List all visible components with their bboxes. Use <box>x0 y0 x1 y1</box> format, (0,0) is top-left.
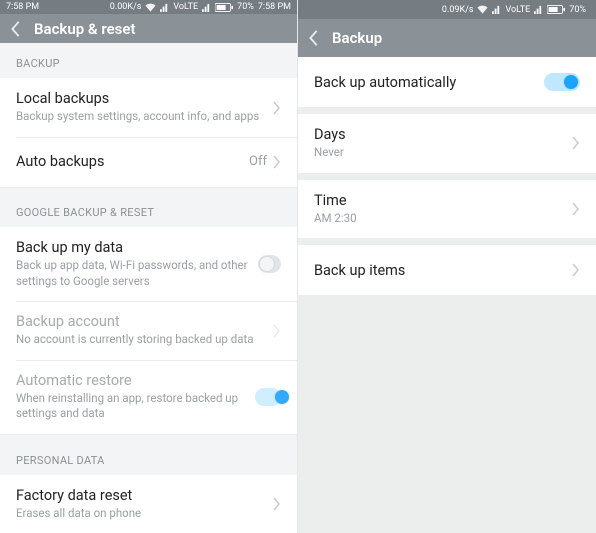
chevron-right-icon <box>572 202 580 216</box>
row-factory-reset[interactable]: Factory data reset Erases all data on ph… <box>0 475 297 533</box>
chevron-right-icon <box>572 136 580 150</box>
row-automatic-restore[interactable]: Automatic restore When reinstalling an a… <box>0 360 297 434</box>
panel-personal: Factory data reset Erases all data on ph… <box>0 475 297 533</box>
factory-reset-sub: Erases all data on phone <box>16 506 263 522</box>
backup-account-title: Backup account <box>16 313 263 330</box>
section-backup-hdr: BACKUP <box>0 43 297 78</box>
wifi-icon <box>145 3 156 12</box>
backup-auto-toggle[interactable] <box>544 73 580 91</box>
status-bar: 7:58 PM 0.00K/s VoLTE 70% 7:58 PM <box>0 0 297 14</box>
auto-backups-title: Auto backups <box>16 153 239 170</box>
title-bar: Backup & reset <box>0 14 297 43</box>
row-days[interactable]: Days Never <box>298 114 596 173</box>
status-time: 7:58 PM <box>6 2 39 12</box>
backup-auto-title: Back up automatically <box>314 74 534 91</box>
days-title: Days <box>314 126 562 143</box>
page-title: Backup <box>332 29 382 47</box>
page-title: Backup & reset <box>34 20 135 38</box>
section-personal-hdr: PERSONAL DATA <box>0 440 297 475</box>
backup-items-title: Back up items <box>314 262 562 279</box>
battery-icon <box>547 5 565 14</box>
back-icon[interactable] <box>10 20 22 38</box>
chevron-right-icon <box>273 155 281 169</box>
row-time[interactable]: Time AM 2:30 <box>298 180 596 239</box>
backup-my-data-title: Back up my data <box>16 239 248 256</box>
panel-time: Time AM 2:30 <box>298 180 596 239</box>
chevron-right-icon <box>572 263 580 277</box>
backup-my-data-toggle[interactable] <box>258 255 281 273</box>
status-time-right: 7:58 PM <box>258 2 291 12</box>
section-google-hdr: GOOGLE BACKUP & RESET <box>0 192 297 227</box>
time-title: Time <box>314 192 562 209</box>
panel-auto: Back up automatically <box>298 57 596 107</box>
signal2-icon <box>202 3 211 12</box>
signal2-icon <box>534 5 543 14</box>
row-backup-account[interactable]: Backup account No account is currently s… <box>0 301 297 360</box>
row-auto-backups[interactable]: Auto backups Off <box>0 137 297 187</box>
status-network: VoLTE <box>505 5 530 15</box>
factory-reset-title: Factory data reset <box>16 487 263 504</box>
panel-items: Back up items <box>298 245 596 295</box>
status-battery: 70% <box>237 2 254 12</box>
row-backup-auto[interactable]: Back up automatically <box>298 57 596 107</box>
row-backup-my-data[interactable]: Back up my data Back up app data, Wi-Fi … <box>0 227 297 301</box>
backup-account-sub: No account is currently storing backed u… <box>16 332 263 348</box>
wifi-icon <box>477 5 488 14</box>
automatic-restore-sub: When reinstalling an app, restore backed… <box>16 391 245 422</box>
panel-days: Days Never <box>298 114 596 173</box>
panel-backup: Local backups Backup system settings, ac… <box>0 78 297 187</box>
auto-backups-value: Off <box>249 154 267 169</box>
chevron-right-icon <box>273 497 281 511</box>
signal-icon <box>492 5 501 14</box>
row-backup-items[interactable]: Back up items <box>298 245 596 295</box>
chevron-right-icon <box>273 324 281 338</box>
status-speed: 0.00K/s <box>110 2 142 12</box>
status-speed: 0.09K/s <box>442 5 474 15</box>
signal-icon <box>160 3 169 12</box>
time-sub: AM 2:30 <box>314 211 562 227</box>
back-icon[interactable] <box>308 29 320 47</box>
title-bar: Backup <box>298 19 596 57</box>
row-local-backups[interactable]: Local backups Backup system settings, ac… <box>0 78 297 137</box>
screen-backup: 0.09K/s VoLTE 70% Backup Back <box>298 0 596 533</box>
local-backups-sub: Backup system settings, account info, an… <box>16 109 263 125</box>
status-battery: 70% <box>569 5 586 15</box>
chevron-right-icon <box>273 101 281 115</box>
status-bar: 0.09K/s VoLTE 70% <box>298 0 596 19</box>
panel-google: Back up my data Back up app data, Wi-Fi … <box>0 227 297 434</box>
local-backups-title: Local backups <box>16 90 263 107</box>
automatic-restore-toggle[interactable] <box>255 388 281 406</box>
status-network: VoLTE <box>173 2 198 12</box>
automatic-restore-title: Automatic restore <box>16 372 245 389</box>
battery-icon <box>215 3 233 12</box>
screen-backup-reset: 7:58 PM 0.00K/s VoLTE 70% 7:58 PM Backup… <box>0 0 298 533</box>
backup-my-data-sub: Back up app data, Wi-Fi passwords, and o… <box>16 258 248 289</box>
days-sub: Never <box>314 145 562 161</box>
